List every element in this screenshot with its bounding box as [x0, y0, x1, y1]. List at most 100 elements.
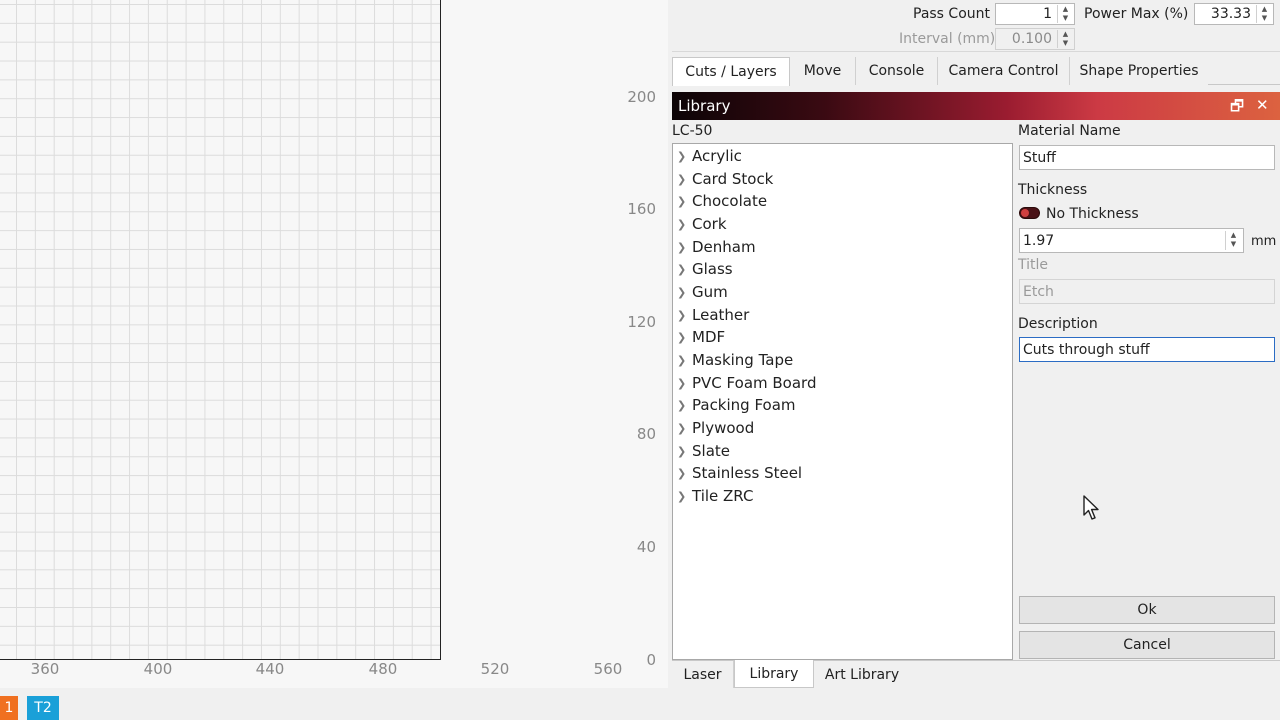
material-label: Plywood: [692, 419, 755, 437]
y-axis-tick: 40: [636, 538, 656, 556]
work-area-grid[interactable]: [0, 0, 441, 660]
tool-layer-t2-badge[interactable]: T2: [27, 696, 59, 720]
material-label: Slate: [692, 442, 730, 460]
list-item[interactable]: ❯ Slate: [677, 440, 730, 462]
list-item[interactable]: ❯ PVC Foam Board: [677, 372, 816, 394]
material-label: Cork: [692, 215, 727, 233]
x-axis-tick: 440: [255, 660, 285, 678]
spin-arrows-icon[interactable]: ▲ ▼: [1225, 231, 1241, 250]
power-max-spinbox[interactable]: 33.33 ▲ ▼: [1194, 3, 1274, 25]
no-thickness-toggle[interactable]: [1019, 207, 1040, 219]
title-input[interactable]: Etch: [1019, 279, 1275, 304]
chevron-right-icon[interactable]: ❯: [677, 218, 691, 231]
tab-art-library[interactable]: Art Library: [814, 661, 910, 688]
material-label: Card Stock: [692, 170, 774, 188]
chevron-right-icon[interactable]: ❯: [677, 195, 691, 208]
pass-count-value: 1: [1043, 6, 1052, 22]
tool-layer-1-badge[interactable]: 1: [0, 696, 18, 720]
material-label: Stainless Steel: [692, 464, 803, 482]
chevron-right-icon[interactable]: ❯: [677, 490, 691, 503]
device-label: LC-50: [672, 123, 713, 139]
tab-cuts-layers[interactable]: Cuts / Layers: [672, 57, 790, 86]
list-item[interactable]: ❯ Glass: [677, 258, 733, 280]
material-label: Denham: [692, 238, 756, 256]
tab-move[interactable]: Move: [790, 57, 856, 85]
restore-window-icon[interactable]: 🗗: [1230, 96, 1244, 121]
workspace-canvas[interactable]: 360 400 440 480 520 560 200 160 120 80 4…: [0, 0, 668, 688]
list-item[interactable]: ❯ MDF: [677, 326, 725, 348]
list-item[interactable]: ❯ Gum: [677, 281, 728, 303]
material-label: Glass: [692, 260, 733, 278]
pass-count-spinbox[interactable]: 1 ▲ ▼: [995, 3, 1075, 25]
list-item[interactable]: ❯ Card Stock: [677, 168, 773, 190]
chevron-right-icon[interactable]: ❯: [677, 422, 691, 435]
chevron-right-icon[interactable]: ❯: [677, 331, 691, 344]
y-axis-labels: 200 160 120 80 40 0: [600, 0, 668, 688]
library-title-bar[interactable]: Library 🗗 ✕: [672, 92, 1280, 120]
y-axis-tick: 120: [627, 313, 656, 331]
no-thickness-label: No Thickness: [1046, 206, 1139, 222]
chevron-right-icon[interactable]: ❯: [677, 377, 691, 390]
chevron-right-icon[interactable]: ❯: [677, 173, 691, 186]
list-item[interactable]: ❯ Leather: [677, 304, 749, 326]
list-item[interactable]: ❯ Acrylic: [677, 145, 742, 167]
list-item[interactable]: ❯ Plywood: [677, 417, 754, 439]
thickness-value: 1.97: [1023, 232, 1055, 249]
chevron-right-icon[interactable]: ❯: [677, 445, 691, 458]
title-label: Title: [1018, 257, 1049, 273]
status-bar: [0, 688, 1280, 720]
library-title: Library: [678, 97, 731, 115]
close-icon[interactable]: ✕: [1256, 96, 1269, 114]
material-label: PVC Foam Board: [692, 374, 817, 392]
material-label: Tile ZRC: [692, 487, 754, 505]
spin-arrows-icon[interactable]: ▲ ▼: [1057, 30, 1073, 48]
list-item[interactable]: ❯ Stainless Steel: [677, 462, 802, 484]
list-item[interactable]: ❯ Denham: [677, 236, 756, 258]
tab-camera-control[interactable]: Camera Control: [938, 57, 1070, 85]
power-max-value: 33.33: [1210, 6, 1251, 22]
tab-laser[interactable]: Laser: [672, 661, 734, 688]
interval-label: Interval (mm): [899, 31, 996, 47]
list-item[interactable]: ❯ Tile ZRC: [677, 485, 753, 507]
list-item[interactable]: ❯ Cork: [677, 213, 727, 235]
chevron-right-icon[interactable]: ❯: [677, 309, 691, 322]
x-axis-tick: 480: [368, 660, 398, 678]
thickness-input[interactable]: 1.97 ▲ ▼: [1019, 228, 1244, 253]
y-axis-tick: 160: [627, 200, 656, 218]
interval-spinbox[interactable]: 0.100 ▲ ▼: [995, 28, 1075, 50]
tab-shape-properties[interactable]: Shape Properties: [1070, 57, 1208, 85]
pass-count-label: Pass Count: [913, 6, 991, 22]
tab-console[interactable]: Console: [856, 57, 938, 85]
chevron-right-icon[interactable]: ❯: [677, 150, 691, 163]
ok-button[interactable]: Ok: [1019, 596, 1275, 624]
list-item[interactable]: ❯ Chocolate: [677, 190, 767, 212]
chevron-right-icon[interactable]: ❯: [677, 467, 691, 480]
title-value: Etch: [1023, 283, 1054, 300]
chevron-right-icon[interactable]: ❯: [677, 354, 691, 367]
description-input[interactable]: Cuts through stuff: [1019, 337, 1275, 362]
material-tree[interactable]: ❯ Acrylic ❯ Card Stock ❯ Chocolate ❯ Cork ❯ D…: [672, 143, 1013, 660]
tab-library[interactable]: Library: [734, 660, 814, 688]
list-item[interactable]: ❯ Packing Foam: [677, 394, 796, 416]
spin-arrows-icon[interactable]: ▲ ▼: [1256, 5, 1272, 23]
y-axis-tick: 0: [646, 651, 656, 669]
chevron-right-icon[interactable]: ❯: [677, 286, 691, 299]
material-label: Masking Tape: [692, 351, 794, 369]
material-label: Packing Foam: [692, 396, 796, 414]
x-axis-tick: 400: [143, 660, 173, 678]
y-axis-tick: 200: [627, 88, 656, 106]
spin-arrows-icon[interactable]: ▲ ▼: [1057, 5, 1073, 23]
thickness-label: Thickness: [1018, 182, 1088, 198]
material-label: Acrylic: [692, 147, 742, 165]
description-value: Cuts through stuff: [1023, 341, 1150, 358]
chevron-right-icon[interactable]: ❯: [677, 263, 691, 276]
main-tab-bar: Cuts / Layers Move Console Camera Contro…: [672, 57, 1280, 86]
interval-value: 0.100: [1011, 31, 1052, 47]
material-name-input[interactable]: Stuff: [1019, 145, 1275, 170]
cancel-button[interactable]: Cancel: [1019, 631, 1275, 659]
material-name-value: Stuff: [1023, 149, 1056, 166]
chevron-right-icon[interactable]: ❯: [677, 241, 691, 254]
list-item[interactable]: ❯ Masking Tape: [677, 349, 793, 371]
chevron-right-icon[interactable]: ❯: [677, 399, 691, 412]
bottom-tab-bar: Laser Library Art Library: [672, 660, 1280, 688]
